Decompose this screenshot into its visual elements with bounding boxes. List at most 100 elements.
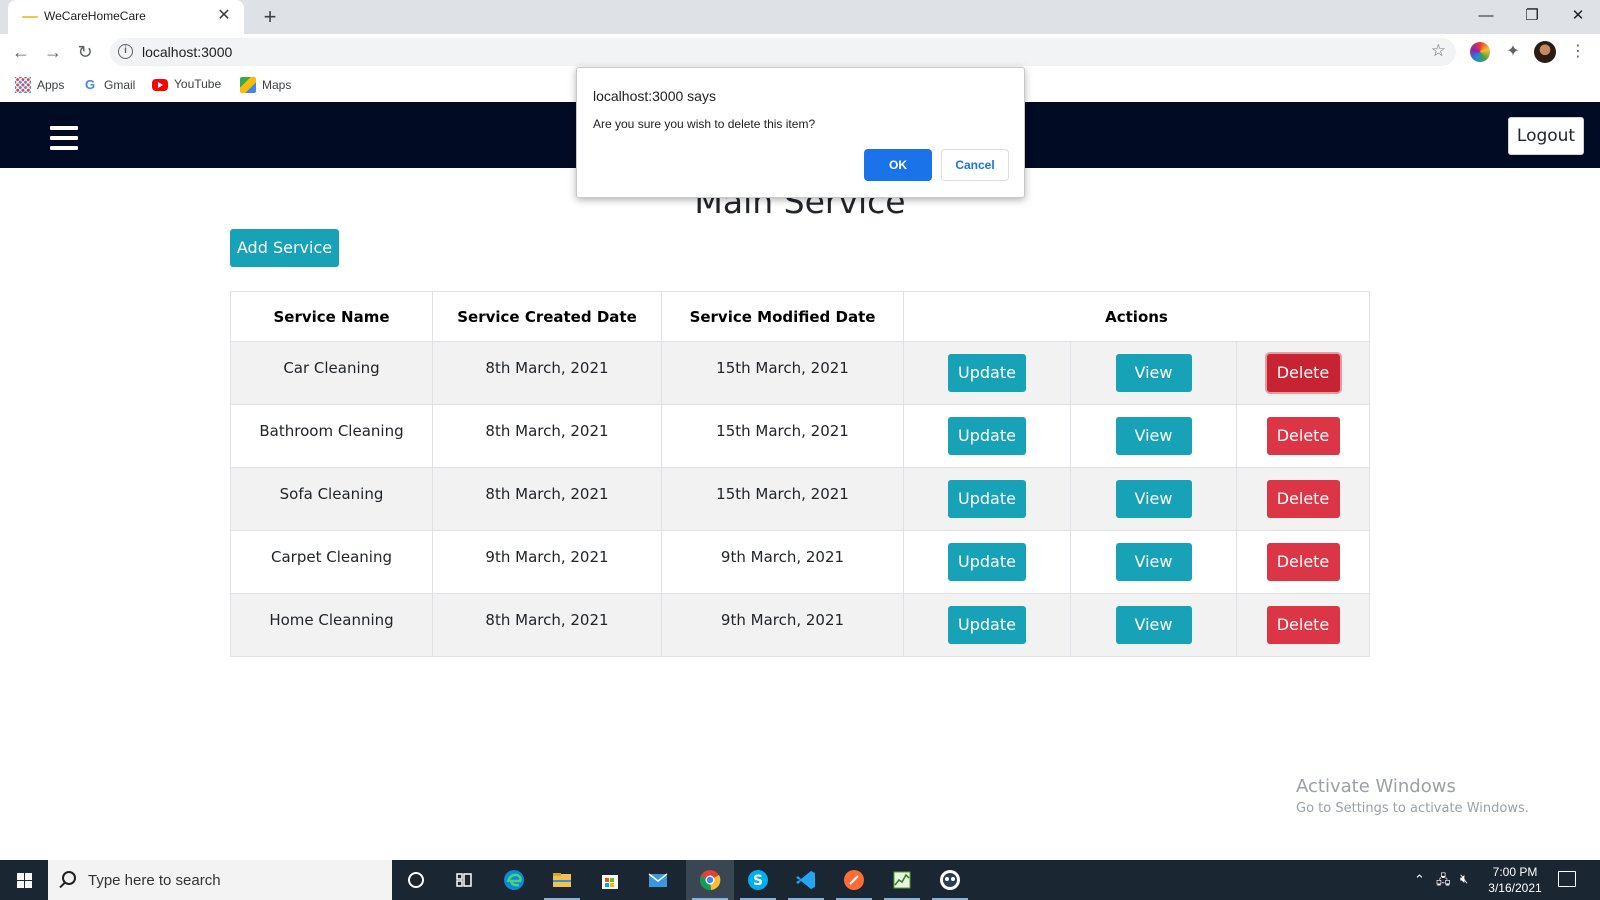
address-url[interactable]: localhost:3000 [142, 44, 232, 60]
new-tab-button[interactable]: + [256, 3, 284, 31]
table-row: Bathroom Cleaning 8th March, 2021 15th M… [230, 404, 1370, 468]
update-cell: Update [903, 467, 1071, 531]
view-button[interactable]: View [1115, 543, 1192, 581]
column-header: Actions [903, 291, 1370, 342]
task-view-icon[interactable] [440, 860, 488, 900]
update-button[interactable]: Update [948, 480, 1026, 518]
svg-text:S: S [753, 873, 763, 889]
delete-cell: Delete [1236, 530, 1370, 594]
bookmark-star-icon[interactable]: ☆ [1431, 41, 1446, 61]
tab-title: WeCareHomeCare [44, 9, 146, 23]
update-button[interactable]: Update [948, 606, 1026, 644]
dialog-ok-button[interactable]: OK [864, 149, 932, 181]
update-button[interactable]: Update [948, 354, 1026, 392]
windows-taskbar: Type here to search S ⌃ 🖧 🔇︎ 7:00 PM 3/1… [0, 860, 1600, 900]
taskbar-search-box[interactable]: Type here to search [48, 860, 392, 900]
windows-logo-icon [17, 873, 32, 888]
view-button[interactable]: View [1115, 417, 1192, 455]
service-name-cell: Home Cleanning [230, 593, 433, 657]
dialog-cancel-button[interactable]: Cancel [941, 149, 1009, 181]
browser-tab-strip: WeCareHomeCare ✕ + — ❐ ✕ [0, 0, 1600, 34]
address-bar[interactable]: i localhost:3000 ☆ [110, 38, 1456, 66]
service-name-cell: Carpet Cleaning [230, 530, 433, 594]
browser-tab[interactable]: WeCareHomeCare ✕ [8, 0, 244, 34]
skype-icon[interactable]: S [734, 860, 782, 900]
update-cell: Update [903, 341, 1071, 405]
column-header: Service Name [230, 291, 433, 342]
service-name-cell: Bathroom Cleaning [230, 404, 433, 468]
youtube-icon [152, 79, 168, 91]
vscode-icon[interactable] [782, 860, 830, 900]
chrome-icon[interactable] [686, 860, 734, 900]
delete-button[interactable]: Delete [1266, 354, 1340, 392]
logout-button[interactable]: Logout [1508, 117, 1584, 155]
modified-date-cell: 9th March, 2021 [661, 593, 904, 657]
cortana-icon[interactable] [392, 860, 440, 900]
mail-icon[interactable] [634, 860, 682, 900]
color-extension-icon[interactable] [1470, 42, 1490, 62]
edge-icon[interactable] [490, 860, 538, 900]
profile-avatar[interactable] [1534, 41, 1556, 63]
back-icon[interactable]: ← [8, 39, 34, 65]
table-row: Home Cleanning 8th March, 2021 9th March… [230, 593, 1370, 657]
view-cell: View [1070, 341, 1237, 405]
view-button[interactable]: View [1115, 606, 1192, 644]
delete-button[interactable]: Delete [1266, 606, 1340, 644]
update-button[interactable]: Update [948, 543, 1026, 581]
created-date-cell: 8th March, 2021 [432, 467, 662, 531]
created-date-cell: 8th March, 2021 [432, 404, 662, 468]
apps-grid-icon [15, 77, 31, 93]
tab-close-icon[interactable]: ✕ [214, 6, 234, 26]
close-window-icon[interactable]: ✕ [1558, 4, 1598, 28]
services-table: Service Name Service Created Date Servic… [230, 291, 1370, 657]
created-date-cell: 8th March, 2021 [432, 593, 662, 657]
dialog-message: Are you sure you wish to delete this ite… [593, 117, 816, 131]
clock-date: 3/16/2021 [1488, 881, 1542, 895]
browser-toolbar: ← → ↻ i localhost:3000 ☆ ✦ ⋮ [0, 34, 1600, 70]
start-button[interactable] [0, 860, 48, 900]
show-hidden-icons[interactable]: ⌃ [1414, 872, 1425, 900]
extensions-icon[interactable]: ✦ [1503, 42, 1523, 62]
delete-button[interactable]: Delete [1266, 543, 1340, 581]
bookmark-youtube[interactable]: YouTube [152, 77, 221, 91]
bookmark-label: YouTube [174, 77, 222, 91]
restore-icon[interactable]: ❐ [1512, 4, 1552, 28]
network-icon[interactable]: 🖧 [1436, 871, 1451, 900]
table-row: Car Cleaning 8th March, 2021 15th March,… [230, 341, 1370, 405]
update-button[interactable]: Update [948, 417, 1026, 455]
file-explorer-icon[interactable] [538, 860, 586, 900]
created-date-cell: 8th March, 2021 [432, 341, 662, 405]
volume-muted-icon[interactable]: 🔇︎ [1460, 871, 1468, 900]
minimize-icon[interactable]: — [1466, 4, 1506, 28]
browser-menu-icon[interactable]: ⋮ [1568, 42, 1588, 62]
taskbar-clock[interactable]: 7:00 PM 3/16/2021 [1480, 864, 1550, 896]
add-service-button[interactable]: Add Service [230, 229, 339, 267]
notifications-icon[interactable] [1558, 871, 1576, 887]
delete-cell: Delete [1236, 341, 1370, 405]
watermark-title: Activate Windows [1296, 776, 1456, 797]
store-icon[interactable] [586, 860, 634, 900]
bookmark-maps[interactable]: Maps [240, 77, 291, 93]
delete-button[interactable]: Delete [1266, 480, 1340, 518]
clock-time: 7:00 PM [1492, 865, 1538, 879]
delete-button[interactable]: Delete [1266, 417, 1340, 455]
task-manager-icon[interactable] [878, 860, 926, 900]
view-button[interactable]: View [1115, 354, 1192, 392]
postman-icon[interactable] [830, 860, 878, 900]
view-button[interactable]: View [1115, 480, 1192, 518]
reload-icon[interactable]: ↻ [72, 39, 98, 65]
hamburger-menu-icon[interactable] [50, 126, 78, 150]
site-info-icon[interactable]: i [118, 44, 133, 59]
modified-date-cell: 15th March, 2021 [661, 467, 904, 531]
bookmark-apps[interactable]: Apps [15, 77, 64, 93]
forward-icon[interactable]: → [40, 39, 66, 65]
confirm-dialog: localhost:3000 says Are you sure you wis… [576, 67, 1025, 198]
search-placeholder: Type here to search [88, 872, 221, 889]
delete-cell: Delete [1236, 404, 1370, 468]
column-header: Service Created Date [432, 291, 662, 342]
bookmark-gmail[interactable]: G Gmail [82, 77, 135, 93]
bookmark-label: Apps [37, 78, 65, 92]
app-icon[interactable] [926, 860, 974, 900]
modified-date-cell: 15th March, 2021 [661, 404, 904, 468]
table-header-row: Service Name Service Created Date Servic… [230, 291, 1370, 342]
